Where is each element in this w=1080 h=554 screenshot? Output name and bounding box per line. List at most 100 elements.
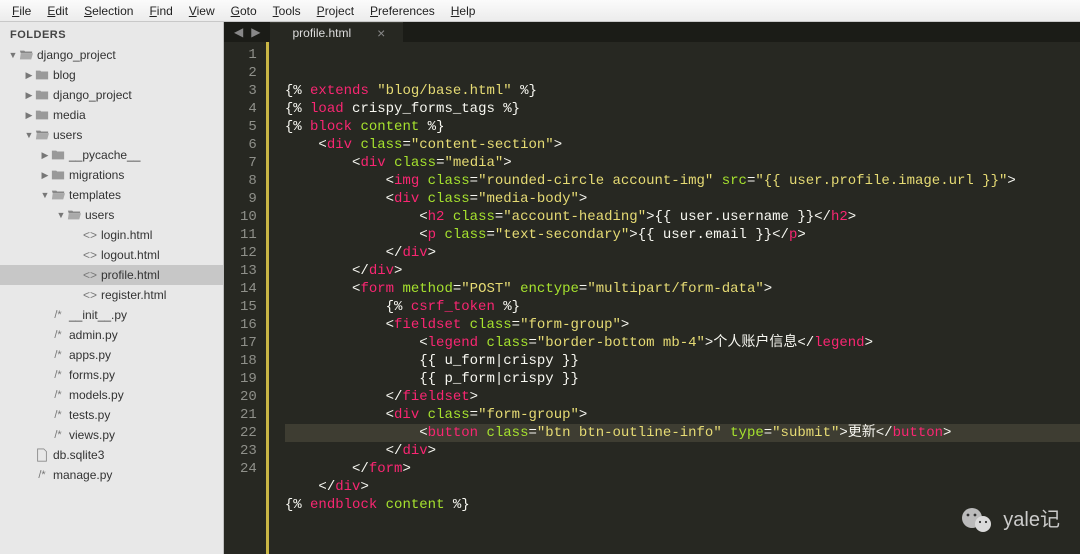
code-line[interactable]: <legend class="border-bottom mb-4">个人账户信… — [285, 334, 1080, 352]
menu-tools[interactable]: Tools — [265, 1, 309, 21]
code-content[interactable]: {% extends "blog/base.html" %}{% load cr… — [266, 42, 1080, 554]
code-line[interactable]: <img class="rounded-circle account-img" … — [285, 172, 1080, 190]
chevron-right-icon[interactable]: ▶ — [24, 70, 34, 81]
tree-item-users[interactable]: ▼ users — [0, 205, 223, 225]
tab-nav-right-icon[interactable]: ▶ — [251, 25, 260, 39]
code-line[interactable]: <div class="media-body"> — [285, 190, 1080, 208]
tree-item-migrations[interactable]: ▶migrations — [0, 165, 223, 185]
tree-item-label: logout.html — [101, 248, 160, 262]
code-line[interactable]: <fieldset class="form-group"> — [285, 316, 1080, 334]
menu-find[interactable]: Find — [141, 1, 180, 21]
tree-item-label: models.py — [69, 388, 124, 402]
line-number: 6 — [240, 136, 257, 154]
menu-selection[interactable]: Selection — [76, 1, 141, 21]
code-line[interactable]: {% extends "blog/base.html" %} — [285, 82, 1080, 100]
chevron-down-icon[interactable]: ▼ — [40, 190, 50, 200]
tree-item-label: users — [85, 208, 114, 222]
html-file-icon: <> — [82, 248, 98, 262]
code-area[interactable]: 123456789101112131415161718192021222324 … — [224, 42, 1080, 554]
tree-item-label: register.html — [101, 288, 166, 302]
code-line[interactable]: {% csrf_token %} — [285, 298, 1080, 316]
tree-item-forms-py[interactable]: /*forms.py — [0, 365, 223, 385]
code-line[interactable]: <form method="POST" enctype="multipart/f… — [285, 280, 1080, 298]
tree-item-register-html[interactable]: <>register.html — [0, 285, 223, 305]
tree-item-django-project[interactable]: ▼django_project — [0, 45, 223, 65]
tree-item-label: admin.py — [69, 328, 118, 342]
folder-icon — [66, 208, 82, 222]
line-number: 13 — [240, 262, 257, 280]
python-file-icon: /* — [50, 389, 66, 401]
python-file-icon: /* — [50, 349, 66, 361]
tree-item-blog[interactable]: ▶blog — [0, 65, 223, 85]
code-line[interactable]: </div> — [285, 442, 1080, 460]
menu-project[interactable]: Project — [309, 1, 362, 21]
tree-item-tests-py[interactable]: /*tests.py — [0, 405, 223, 425]
tree-item-profile-html[interactable]: <>profile.html — [0, 265, 223, 285]
code-line[interactable]: </div> — [285, 478, 1080, 496]
tab-profile-html[interactable]: profile.html × — [270, 22, 403, 42]
tree-item--pycache-[interactable]: ▶__pycache__ — [0, 145, 223, 165]
chevron-right-icon[interactable]: ▶ — [24, 90, 34, 101]
line-number: 16 — [240, 316, 257, 334]
line-number: 7 — [240, 154, 257, 172]
tree-item-label: users — [53, 128, 82, 142]
chevron-down-icon[interactable]: ▼ — [24, 130, 34, 140]
line-number: 17 — [240, 334, 257, 352]
tree-item--init-py[interactable]: /*__init__.py — [0, 305, 223, 325]
code-line[interactable]: <div class="media"> — [285, 154, 1080, 172]
line-number: 4 — [240, 100, 257, 118]
code-line[interactable]: </fieldset> — [285, 388, 1080, 406]
tab-bar: ◀ ▶ profile.html × — [224, 22, 1080, 42]
tree-item-templates[interactable]: ▼templates — [0, 185, 223, 205]
code-line[interactable]: <div class="content-section"> — [285, 136, 1080, 154]
tree-item-manage-py[interactable]: /*manage.py — [0, 465, 223, 485]
menu-file[interactable]: File — [4, 1, 39, 21]
tree-item-apps-py[interactable]: /*apps.py — [0, 345, 223, 365]
code-line[interactable]: {% endblock content %} — [285, 496, 1080, 514]
menu-edit[interactable]: Edit — [39, 1, 76, 21]
tab-navigate-arrows[interactable]: ◀ ▶ — [224, 22, 270, 42]
line-number: 10 — [240, 208, 257, 226]
tree-item-models-py[interactable]: /*models.py — [0, 385, 223, 405]
code-line[interactable]: <div class="form-group"> — [285, 406, 1080, 424]
tree-item-media[interactable]: ▶media — [0, 105, 223, 125]
code-line[interactable]: {{ p_form|crispy }} — [285, 370, 1080, 388]
chevron-right-icon[interactable]: ▶ — [40, 170, 50, 181]
menu-help[interactable]: Help — [443, 1, 484, 21]
tab-nav-left-icon[interactable]: ◀ — [234, 25, 243, 39]
code-line[interactable]: </div> — [285, 244, 1080, 262]
code-line[interactable]: </form> — [285, 460, 1080, 478]
code-line[interactable]: <button class="btn btn-outline-info" typ… — [285, 424, 1080, 442]
line-number: 21 — [240, 406, 257, 424]
tree-item-login-html[interactable]: <>login.html — [0, 225, 223, 245]
code-line[interactable]: </div> — [285, 262, 1080, 280]
code-line[interactable]: {{ u_form|crispy }} — [285, 352, 1080, 370]
line-number: 22 — [240, 424, 257, 442]
html-file-icon: <> — [82, 228, 98, 242]
tree-item-logout-html[interactable]: <>logout.html — [0, 245, 223, 265]
menu-goto[interactable]: Goto — [223, 1, 265, 21]
tree-item-views-py[interactable]: /*views.py — [0, 425, 223, 445]
python-file-icon: /* — [34, 469, 50, 481]
tree-item-users[interactable]: ▼ users — [0, 125, 223, 145]
menu-view[interactable]: View — [181, 1, 223, 21]
code-line[interactable]: <p class="text-secondary">{{ user.email … — [285, 226, 1080, 244]
chevron-down-icon[interactable]: ▼ — [56, 210, 66, 220]
code-line[interactable]: {% block content %} — [285, 118, 1080, 136]
chevron-right-icon[interactable]: ▶ — [24, 110, 34, 121]
sidebar-header: FOLDERS — [0, 22, 223, 45]
python-file-icon: /* — [50, 309, 66, 321]
tree-item-django-project[interactable]: ▶django_project — [0, 85, 223, 105]
code-line[interactable]: <h2 class="account-heading">{{ user.user… — [285, 208, 1080, 226]
chevron-down-icon[interactable]: ▼ — [8, 50, 18, 60]
chevron-right-icon[interactable]: ▶ — [40, 150, 50, 161]
line-number: 23 — [240, 442, 257, 460]
close-icon[interactable]: × — [377, 25, 385, 41]
menu-preferences[interactable]: Preferences — [362, 1, 443, 21]
code-line[interactable]: {% load crispy_forms_tags %} — [285, 100, 1080, 118]
line-number: 3 — [240, 82, 257, 100]
line-number: 2 — [240, 64, 257, 82]
tree-item-admin-py[interactable]: /*admin.py — [0, 325, 223, 345]
menu-bar: FileEditSelectionFindViewGotoToolsProjec… — [0, 0, 1080, 22]
tree-item-db-sqlite3[interactable]: db.sqlite3 — [0, 445, 223, 465]
